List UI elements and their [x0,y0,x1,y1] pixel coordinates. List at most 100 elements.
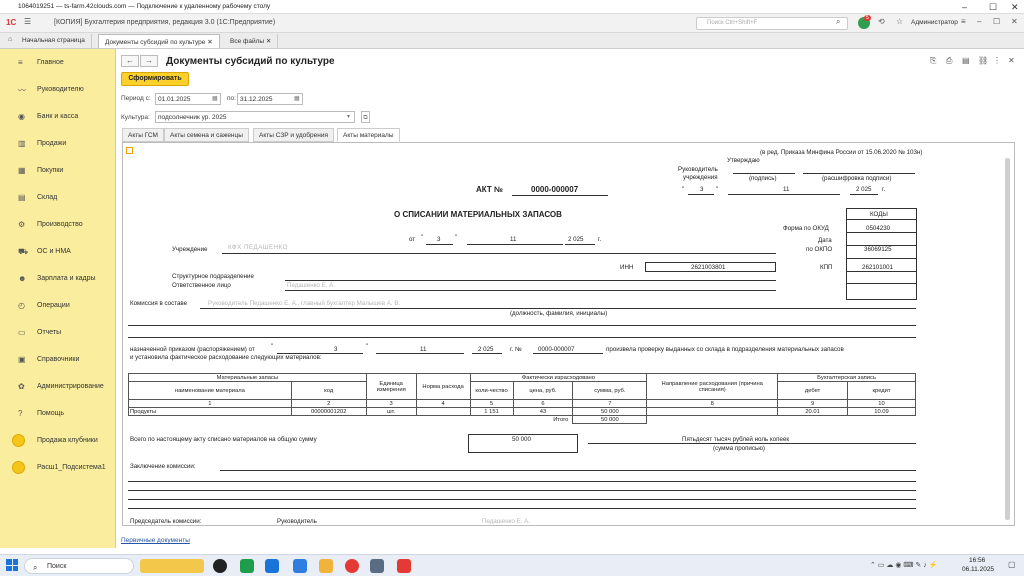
signature-line [733,173,795,174]
sidebar-item-label: Отчеты [37,329,62,336]
calendar-icon[interactable]: ▦ [212,93,221,105]
history-icon[interactable]: ⟲ [878,17,885,26]
sidebar-item[interactable]: ◉ Банк и касса [0,104,116,130]
close-form-icon[interactable]: ✕ [1008,56,1015,65]
1c-logo: 1С [6,18,17,27]
tray-icons[interactable]: ⌃ ▭ ☁ ◉ ⌨ ✎ ♪ ⚡ [870,561,937,569]
th-sum: сумма, руб. [572,381,648,400]
anydesk-icon[interactable] [397,559,411,573]
taskbar-search[interactable]: ⌕ Поиск [24,558,134,574]
sidebar-item[interactable]: Продажа клубники [0,428,116,454]
clock-date[interactable]: 06.11.2025 [962,566,994,573]
primary-documents-link[interactable]: Первичные документы [121,537,190,544]
total-text: Всего по настоящему акту списано материа… [130,436,317,443]
close-icon[interactable]: ✕ [1011,17,1018,26]
sidebar-item[interactable]: ▦ Покупки [0,158,116,184]
tab-subsidy-documents[interactable]: Документы субсидий по культуре ✕ [98,34,220,48]
search-icon[interactable]: ⌕ [836,17,840,27]
favorites-icon[interactable]: ☆ [896,17,903,26]
sidebar-item-label: Банк и касса [37,113,79,120]
tab-home[interactable]: Начальная страница [16,34,92,48]
institution-value: КФХ ПЕДАШЕНКО [228,244,288,251]
sidebar-item[interactable]: ≡ Главное [0,50,116,76]
app-icon-v2[interactable] [213,559,227,573]
act-month: 11 [510,236,517,243]
taskbar: ⌕ Поиск ⌃ ▭ ☁ ◉ ⌨ ✎ ♪ ⚡ 16:56 06.11.2025… [0,554,1024,576]
tab-all-files[interactable]: Все файлы ✕ [224,34,279,48]
user-name[interactable]: Администратор [911,19,958,26]
drive-icon[interactable] [240,559,254,573]
order-text-2: произвела проверку выданных со склада в … [606,346,844,353]
cart-icon: ▥ [18,139,26,148]
total-words-caption: (сумма прописью) [713,445,765,452]
generate-button[interactable]: Сформировать [121,72,189,86]
bank-icon: ◉ [18,112,25,121]
th-account: Бухгалтерская запись [777,373,916,382]
okud-label: Форма по ОКУД [783,225,829,232]
rdp-app-icon[interactable] [370,559,384,573]
maximize-icon[interactable]: ☐ [993,17,1000,26]
rdp-minimize-button[interactable]: – [962,2,967,12]
global-search-input[interactable]: Поиск Ctrl+Shift+F [696,17,848,30]
culture-label: Культура: [121,114,150,121]
sidebar-item[interactable]: ▭ Отчеты [0,320,116,346]
sidebar-item[interactable]: ? Помощь [0,401,116,427]
print-icon[interactable]: ⎙ [946,56,952,66]
period-from-label: Период с: [121,95,151,102]
sidebar-item-label: Производство [37,221,83,228]
scrollbar[interactable] [1005,158,1010,520]
back-button[interactable]: ← [121,55,139,67]
clock-time[interactable]: 16:56 [969,557,985,564]
attach-icon[interactable]: ⎘ [930,56,936,66]
tab-acts-fuel[interactable]: Акты ГСМ [122,128,164,142]
menu-icon[interactable]: ☰ [24,17,31,26]
sidebar-item[interactable]: ☻ Зарплата и кадры [0,266,116,292]
sidebar-item-label: Склад [37,194,58,201]
materials-table: Материальные запасы Единица измерения Но… [128,373,916,424]
sidebar-item[interactable]: 〰 Руководителю [0,77,116,103]
total-value: 50 000 [512,436,531,443]
app-store-icon[interactable] [265,559,279,573]
rdp-maximize-button[interactable]: ☐ [989,2,997,13]
minimize-icon[interactable]: – [977,17,981,26]
close-tab-icon[interactable]: ✕ [207,39,212,46]
folder-icon[interactable] [319,559,333,573]
more-icon[interactable]: ⋮ [993,56,1001,65]
cell-cursor [126,147,133,154]
windows-start-icon[interactable] [6,559,18,571]
chevron-down-icon[interactable]: ▾ [347,111,356,123]
open-icon[interactable]: ⧉ [361,111,370,123]
sidebar-item[interactable]: ✿ Администрирование [0,374,116,400]
form-title: О СПИСАНИИ МАТЕРИАЛЬНЫХ ЗАПАСОВ [394,210,562,219]
forward-button[interactable]: → [140,55,158,67]
order-text-1: назначенной приказом (распоряжением) от [130,346,255,353]
people-widget-icon[interactable] [140,559,204,573]
calendar-icon[interactable]: ▦ [294,93,303,105]
sidebar-item[interactable]: ▣ Справочники [0,347,116,373]
edge-icon[interactable] [293,559,307,573]
tab-acts-chemicals[interactable]: Акты СЗР и удобрения [253,128,334,142]
sidebar-item[interactable]: Расш1_Подсистема1 [0,455,116,481]
yandex-icon[interactable] [345,559,359,573]
sidebar-item[interactable]: ▥ Продажи [0,131,116,157]
notification-center-icon[interactable]: ▢ [1008,560,1016,569]
th-norm: Норма расхода [415,373,471,400]
sidebar-item[interactable]: ⚙ Производство [0,212,116,238]
commission-caption: (должность, фамилия, инициалы) [510,310,608,317]
settings-icon[interactable]: ≡ [961,17,966,26]
tab-acts-materials[interactable]: Акты материалы [337,128,400,142]
link-icon[interactable]: ⛓ [978,56,988,65]
basket-icon: ▦ [18,166,26,175]
culture-field[interactable]: подсолнечник ур. 2025 [155,111,355,123]
th-code: код [290,381,367,400]
close-tab-icon[interactable]: ✕ [266,38,271,45]
sidebar-item[interactable]: ▤ Склад [0,185,116,211]
decode-caption: (расшифровка подписи) [822,175,892,182]
sidebar-item[interactable]: ⛟ ОС и НМА [0,239,116,265]
preview-icon[interactable]: ▤ [962,56,970,65]
home-icon[interactable]: ⌂ [8,36,12,43]
rdp-close-button[interactable]: ✕ [1011,2,1019,13]
sidebar-item[interactable]: ◴ Операции [0,293,116,319]
order-text-3: и установила фактическое расходование сл… [130,354,322,361]
tab-acts-seeds[interactable]: Акты семена и саженцы [164,128,249,142]
